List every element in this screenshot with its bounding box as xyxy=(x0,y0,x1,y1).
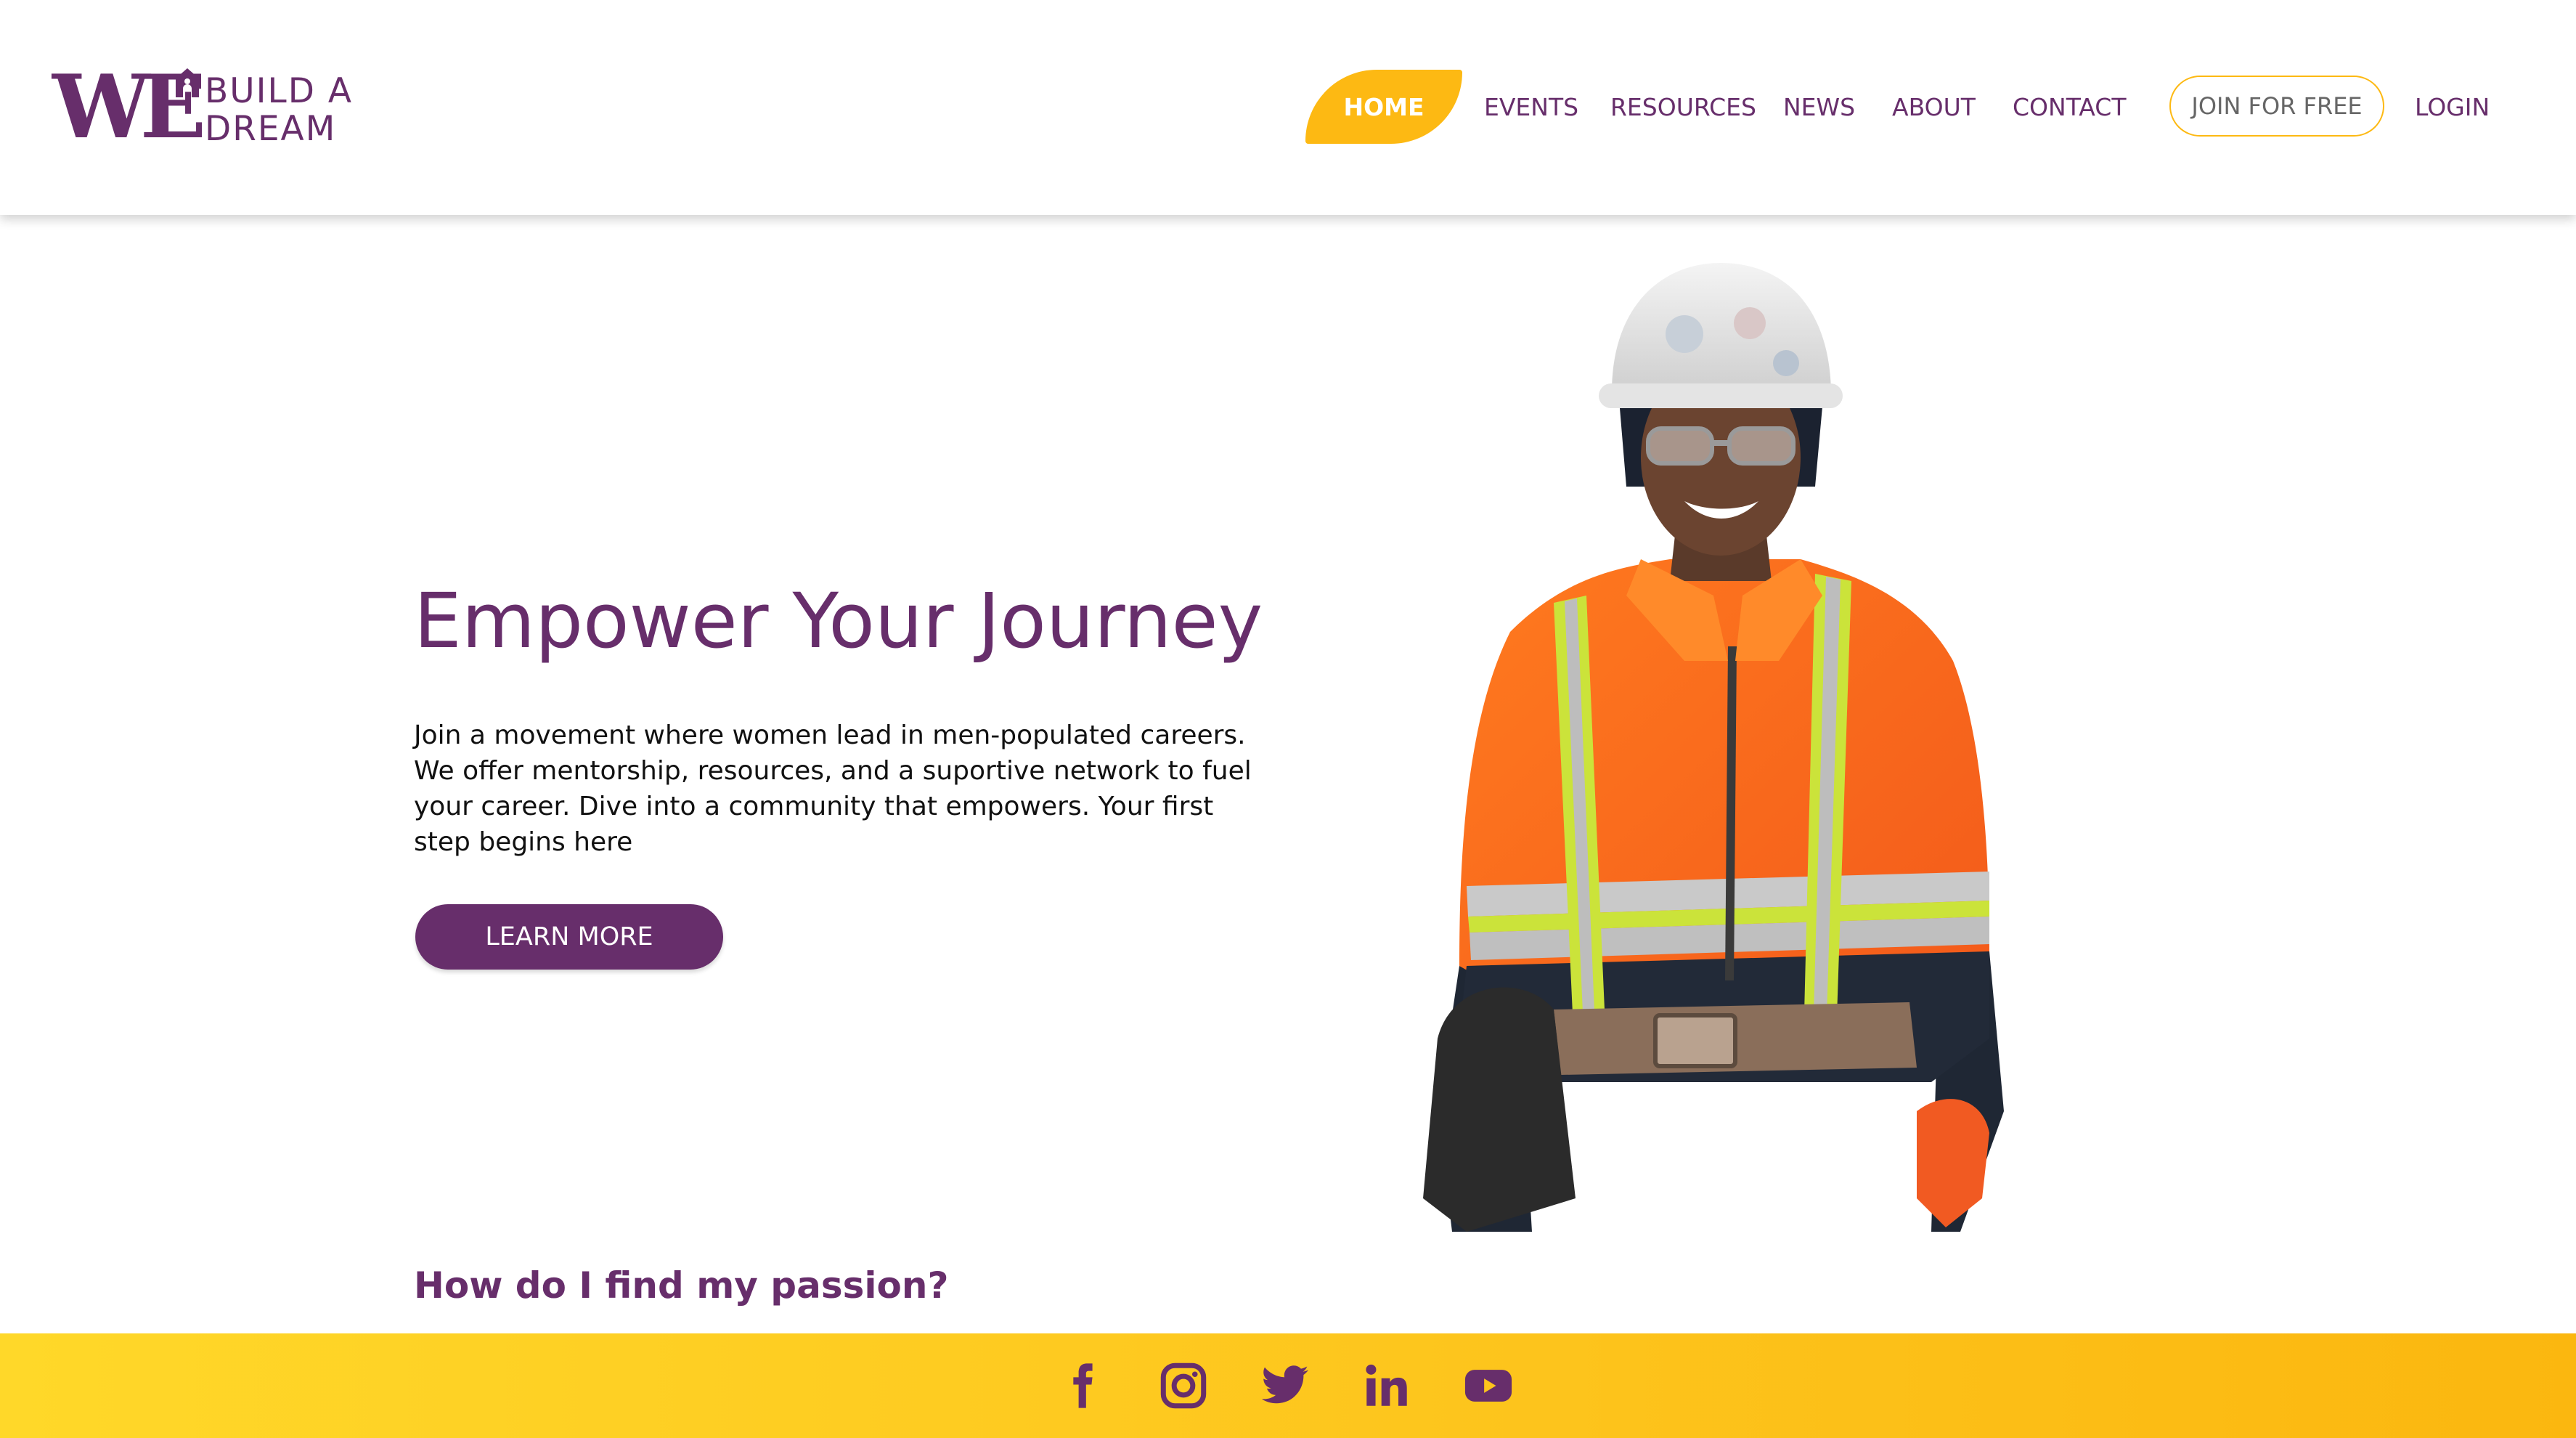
facebook-glyph xyxy=(1073,1363,1093,1408)
nav-item-contact[interactable]: CONTACT xyxy=(2013,90,2127,125)
twitter-icon[interactable] xyxy=(1258,1358,1313,1413)
join-for-free-button[interactable]: JOIN FOR FREE xyxy=(2169,76,2384,137)
twitter-glyph xyxy=(1261,1365,1309,1404)
nav-item-resources[interactable]: RESOURCES xyxy=(1610,90,1756,125)
youtube-glyph xyxy=(1464,1370,1512,1402)
site-footer xyxy=(0,1333,2576,1438)
construction-worker-photo xyxy=(1423,263,2004,1232)
youtube-icon[interactable] xyxy=(1461,1358,1516,1413)
login-link[interactable]: LOGIN xyxy=(2415,90,2490,125)
learn-more-button[interactable]: LEARN MORE xyxy=(415,904,723,970)
hero-title: Empower Your Journey xyxy=(414,577,1263,665)
facebook-icon[interactable] xyxy=(1054,1358,1109,1413)
linkedin-glyph xyxy=(1366,1364,1407,1406)
site-header: WE BUILD A DREAM HOME EVENTS RESOURCES N… xyxy=(0,0,2576,215)
nav-item-news[interactable]: NEWS xyxy=(1783,90,1855,125)
nav-item-home[interactable]: HOME xyxy=(1305,70,1462,144)
linkedin-icon[interactable] xyxy=(1359,1358,1414,1413)
instagram-glyph xyxy=(1160,1362,1207,1409)
house-icon xyxy=(176,68,199,97)
nav-item-events[interactable]: EVENTS xyxy=(1484,90,1578,125)
nav-item-about[interactable]: ABOUT xyxy=(1892,90,1976,125)
logo-line-1: BUILD A xyxy=(205,71,353,111)
logo-line-2: DREAM xyxy=(205,109,337,149)
logo-wordmark: BUILD A DREAM xyxy=(205,73,353,148)
section-heading: How do I find my passion? xyxy=(414,1264,949,1307)
hero-description: Join a movement where women lead in men-… xyxy=(414,720,1252,857)
logo[interactable]: WE BUILD A DREAM xyxy=(52,61,357,155)
instagram-icon[interactable] xyxy=(1156,1358,1211,1413)
